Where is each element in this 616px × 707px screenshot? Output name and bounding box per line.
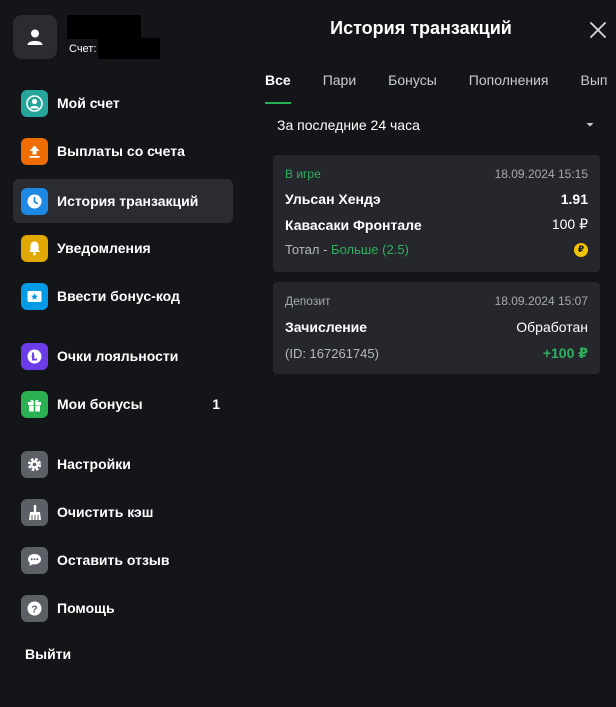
chevron-down-icon (586, 123, 594, 127)
sidebar-item-my-bonuses[interactable]: Мои бонусы 1 (13, 382, 233, 426)
team-name: Ульсан Хендэ (285, 191, 381, 207)
logout-button[interactable]: Выйти (25, 646, 71, 662)
sidebar-item-label: История транзакций (57, 193, 199, 209)
transaction-card-deposit[interactable]: Депозит 18.09.2024 15:07 Зачисление Обра… (273, 282, 600, 374)
transaction-tabs: Все Пари Бонусы Пополнения Вып (265, 70, 616, 104)
main-panel: История транзакций Все Пари Бонусы Пополнен… (246, 0, 616, 707)
user-circle-icon (21, 89, 48, 117)
bet-market-value: Больше (2.5) (331, 242, 409, 257)
period-select[interactable]: За последние 24 часа (277, 115, 595, 135)
gift-icon (21, 390, 48, 418)
ticket-star-icon (21, 282, 48, 310)
chat-bubble-icon (21, 546, 48, 574)
redacted-account-number (98, 38, 161, 59)
bet-odds: 1.91 (560, 191, 588, 207)
sidebar-item-label: Очки лояльности (57, 348, 179, 364)
transaction-card-bet[interactable]: В игре 18.09.2024 15:15 Ульсан Хендэ 1.9… (273, 155, 600, 272)
transaction-type: Депозит (285, 294, 331, 308)
help-icon: ? (21, 594, 48, 622)
sidebar-item-transaction-history[interactable]: История транзакций (13, 179, 233, 223)
close-button[interactable] (586, 18, 610, 42)
card-row-team2: Кавасаки Фронтале 100 ₽ (285, 216, 588, 233)
bonus-count-badge: 1 (212, 396, 220, 412)
bet-market: Тотал - Больше (2.5) (285, 242, 409, 257)
sidebar-item-clear-cache[interactable]: Очистить кэш (13, 490, 233, 534)
redacted-username (67, 15, 141, 39)
sidebar-item-label: Ввести бонус-код (57, 288, 180, 304)
sidebar-item-feedback[interactable]: Оставить отзыв (13, 538, 233, 582)
bell-icon (21, 234, 48, 262)
period-label: За последние 24 часа (277, 117, 420, 133)
transaction-datetime: 18.09.2024 15:07 (494, 294, 588, 308)
tab-bonuses[interactable]: Бонусы (388, 70, 437, 104)
user-icon (27, 29, 43, 45)
sidebar-item-bonus-code[interactable]: Ввести бонус-код (13, 274, 233, 318)
sidebar-item-label: Оставить отзыв (57, 552, 170, 568)
upload-icon (21, 137, 48, 165)
tab-withdrawals[interactable]: Вып (581, 70, 608, 104)
sidebar-item-loyalty-points[interactable]: Очки лояльности (13, 334, 233, 378)
clock-icon (21, 187, 48, 215)
transaction-id: (ID: 167261745) (285, 346, 379, 361)
bet-market-prefix: Тотал - (285, 242, 332, 257)
gear-icon (21, 450, 48, 478)
card-header: Депозит 18.09.2024 15:07 (285, 294, 588, 308)
ruble-coin-icon: ₽ (574, 242, 588, 257)
card-header: В игре 18.09.2024 15:15 (285, 167, 588, 181)
account-label: Счет: (69, 42, 97, 55)
close-icon (590, 22, 606, 38)
sidebar-item-my-account[interactable]: Мой счет (13, 81, 233, 125)
avatar[interactable] (13, 15, 57, 59)
broom-icon (21, 498, 48, 526)
page-title: История транзакций (330, 18, 512, 38)
transaction-datetime: 18.09.2024 15:15 (494, 167, 588, 181)
sidebar-item-settings[interactable]: Настройки (13, 442, 233, 486)
account-row: Счет: (69, 38, 161, 59)
sidebar: Счет: Мой счет Выплаты со счета История … (0, 0, 246, 707)
card-row-market: Тотал - Больше (2.5) ₽ (285, 242, 588, 257)
bet-status: В игре (285, 167, 321, 181)
sidebar-item-label: Мой счет (57, 95, 120, 111)
sidebar-item-label: Выплаты со счета (57, 143, 185, 159)
card-row-details: (ID: 167261745) +100 ₽ (285, 345, 588, 362)
sidebar-item-label: Настройки (57, 456, 131, 472)
team-name: Кавасаки Фронтале (285, 216, 422, 233)
tab-all[interactable]: Все (265, 70, 291, 104)
transaction-title: Зачисление (285, 319, 368, 335)
transaction-amount: +100 ₽ (542, 345, 588, 361)
sidebar-item-notifications[interactable]: Уведомления (13, 226, 233, 270)
sidebar-item-withdrawals[interactable]: Выплаты со счета (13, 129, 233, 173)
loyalty-coin-icon (21, 342, 48, 370)
card-row-team1: Ульсан Хендэ 1.91 (285, 191, 588, 207)
sidebar-item-label: Помощь (57, 600, 115, 616)
profile-header: Счет: (13, 15, 233, 59)
bet-stake: 100 ₽ (551, 216, 588, 232)
card-row-main: Зачисление Обработан (285, 319, 588, 335)
sidebar-item-label: Очистить кэш (57, 504, 154, 520)
sidebar-item-label: Уведомления (57, 240, 151, 256)
sidebar-item-help[interactable]: ? Помощь (13, 586, 233, 630)
transaction-status: Обработан (516, 319, 588, 335)
tab-bets[interactable]: Пари (323, 70, 356, 104)
svg-text:?: ? (31, 603, 37, 615)
sidebar-item-label: Мои бонусы (57, 396, 143, 412)
tab-deposits[interactable]: Пополнения (469, 70, 549, 104)
